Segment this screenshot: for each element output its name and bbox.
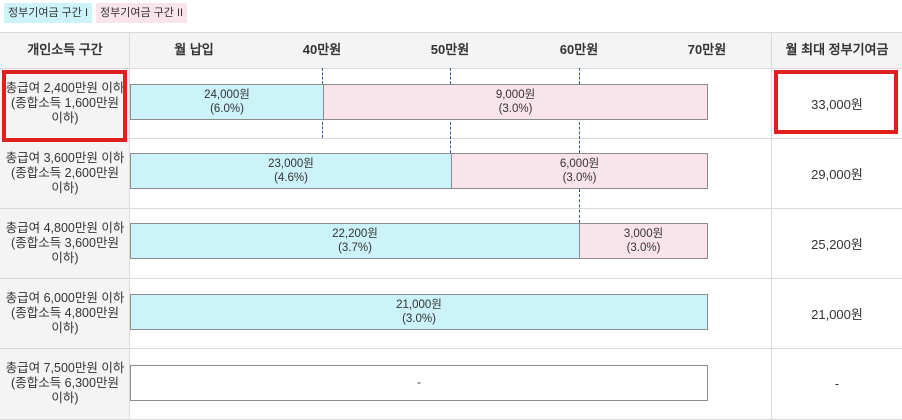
- zone1-rate: (3.7%): [338, 242, 372, 254]
- divider: [0, 278, 902, 279]
- income-line: (종합소득 6,300만원: [11, 376, 119, 390]
- divider: [0, 138, 902, 139]
- zone1-rate: (6.0%): [210, 103, 244, 115]
- tick-guide: [322, 68, 323, 84]
- tick-label: 60만원: [559, 42, 599, 57]
- zone1-amount: 23,000원: [268, 158, 314, 170]
- zone1-segment: 21,000원 (3.0%): [131, 295, 707, 329]
- income-line: 총급여 6,000만원 이하: [5, 290, 125, 305]
- zone1-amount: 24,000원: [204, 89, 250, 101]
- tick-guide: [450, 68, 451, 84]
- header-max: 월 최대 정부기여금: [785, 42, 889, 57]
- contribution-bar: -: [130, 365, 708, 401]
- tick-label: 40만원: [302, 42, 342, 57]
- divider: [0, 208, 902, 209]
- zone1-segment: 24,000원 (6.0%): [131, 85, 323, 119]
- income-line: 총급여 4,800만원 이하: [5, 220, 125, 235]
- zone1-rate: (3.0%): [402, 313, 436, 325]
- legend: 정부기여금 구간 I 정부기여금 구간 II: [4, 3, 188, 23]
- tick-guide: [579, 189, 580, 223]
- max-contribution: 21,000원: [811, 306, 863, 322]
- income-label: 총급여 4,800만원 이하 (종합소득 3,600만원 이하): [0, 208, 130, 278]
- income-line: 총급여 3,600만원 이하: [5, 150, 125, 165]
- legend-zone2: 정부기여금 구간 II: [96, 3, 188, 23]
- contribution-table: 개인소득 구간 월 납입 40만원 50만원 60만원 70만원 월 최대 정부…: [0, 32, 902, 420]
- tick-guide: [579, 122, 580, 153]
- header-income: 개인소득 구간: [27, 42, 103, 57]
- legend-zone1: 정부기여금 구간 I: [4, 3, 93, 23]
- tick-guide: [579, 68, 580, 84]
- divider: [0, 68, 902, 69]
- contribution-bar: 22,200원 (3.7%) 3,000원 (3.0%): [130, 223, 708, 259]
- contribution-bar: 23,000원 (4.6%) 6,000원 (3.0%): [130, 153, 708, 189]
- zone2-segment: 3,000원 (3.0%): [579, 224, 707, 258]
- max-contribution: -: [834, 376, 840, 391]
- zone2-segment: 9,000원 (3.0%): [323, 85, 707, 119]
- zone1-segment: 23,000원 (4.6%): [131, 154, 451, 188]
- highlight-box: [774, 70, 898, 134]
- max-contribution: 29,000원: [811, 166, 863, 182]
- tick-label: 50만원: [430, 42, 470, 57]
- income-label: 총급여 7,500만원 이하 (종합소득 6,300만원 이하): [0, 348, 130, 419]
- zone1-rate: (4.6%): [274, 172, 308, 184]
- empty-value: -: [417, 377, 421, 389]
- zone1-amount: 21,000원: [396, 299, 442, 311]
- income-label: 총급여 6,000만원 이하 (종합소득 4,800만원 이하): [0, 278, 130, 348]
- max-contribution: 25,200원: [811, 236, 863, 252]
- zone1-segment: 22,200원 (3.7%): [131, 224, 579, 258]
- zone2-rate: (3.0%): [626, 242, 661, 254]
- zone2-amount: 6,000원: [559, 158, 600, 170]
- zone2-rate: (3.0%): [562, 172, 597, 184]
- contribution-bar: 21,000원 (3.0%): [130, 294, 708, 330]
- zone1-amount: 22,200원: [332, 228, 378, 240]
- income-line: 이하): [51, 391, 79, 405]
- income-line: 이하): [51, 180, 79, 195]
- empty-segment: -: [131, 366, 707, 400]
- income-line: 총급여 7,500만원 이하: [5, 361, 125, 375]
- income-line: (종합소득 3,600만원: [11, 235, 119, 250]
- header-monthly-payment: 월 납입: [174, 42, 214, 57]
- income-label: 총급여 3,600만원 이하 (종합소득 2,600만원 이하): [0, 138, 130, 208]
- tick-label: 70만원: [687, 42, 727, 57]
- income-line: (종합소득 4,800만원: [11, 305, 119, 320]
- tick-guide: [322, 122, 323, 138]
- highlight-box: [2, 70, 127, 142]
- zone2-rate: (3.0%): [498, 103, 533, 115]
- income-line: 이하): [51, 250, 79, 265]
- divider: [0, 348, 902, 349]
- tick-guide: [450, 122, 451, 153]
- zone2-amount: 3,000원: [623, 228, 664, 240]
- contribution-bar: 24,000원 (6.0%) 9,000원 (3.0%): [130, 84, 708, 120]
- zone2-segment: 6,000원 (3.0%): [451, 154, 707, 188]
- income-line: (종합소득 2,600만원: [11, 165, 119, 180]
- zone2-amount: 9,000원: [495, 89, 536, 101]
- income-line: 이하): [51, 320, 79, 335]
